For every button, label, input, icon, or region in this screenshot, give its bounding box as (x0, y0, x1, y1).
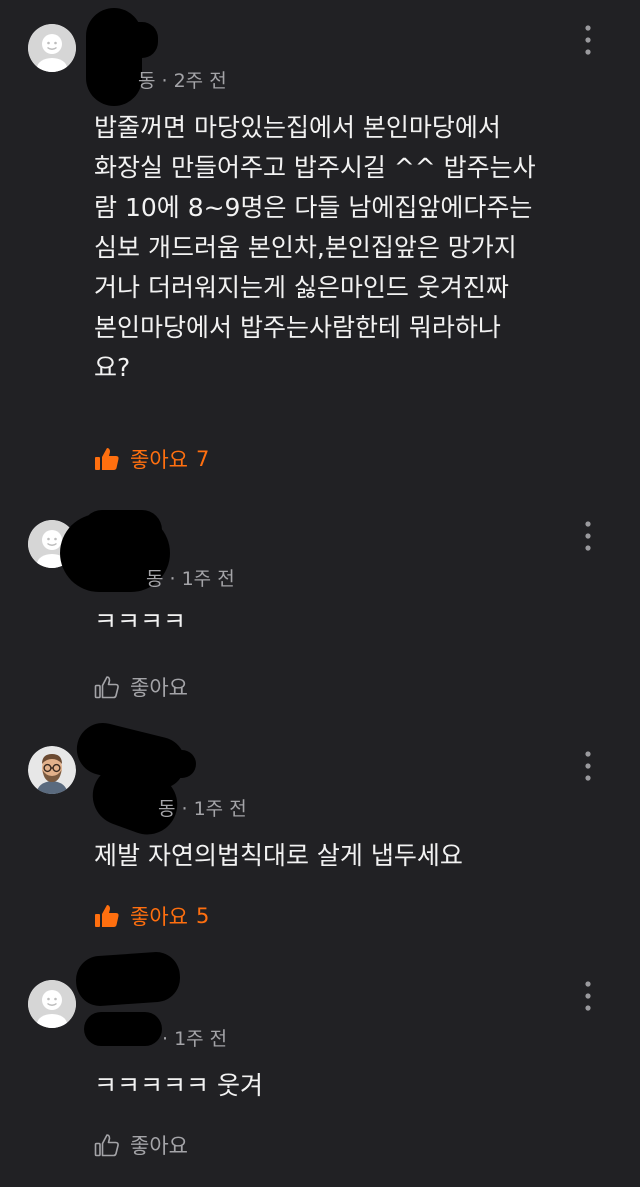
thumbs-up-icon (94, 676, 119, 699)
comment-text: 밥줄꺼면 마당있는집에서 본인마당에서 화장실 만들어주고 밥주시길 ^^ 밥주… (94, 113, 536, 382)
more-vertical-icon (585, 981, 591, 1011)
comment-meta: · 1주 전 (162, 1028, 228, 1050)
thumbs-up-icon (95, 905, 119, 927)
thumbs-up-icon (94, 1134, 119, 1157)
like-label: 좋아요 (130, 448, 188, 472)
avatar[interactable] (28, 24, 76, 72)
comment-meta: 동 · 2주 전 (138, 70, 227, 92)
comment-text: 제발 자연의법칙대로 살게 냅두세요 (94, 841, 463, 870)
like-count: 5 (195, 904, 210, 928)
like-label: 좋아요 (130, 1134, 188, 1158)
like-label: 좋아요 (130, 676, 188, 700)
more-button[interactable] (580, 746, 596, 786)
comment-text: ㅋㅋㅋㅋㅋ 웃겨 (94, 1071, 263, 1100)
redacted-username (84, 1012, 162, 1046)
person-placeholder-icon (28, 24, 76, 72)
like-button[interactable]: 좋아요 7 (94, 444, 209, 474)
person-placeholder-icon (28, 980, 76, 1028)
like-button[interactable]: 좋아요 (94, 1130, 196, 1160)
like-button[interactable]: 좋아요 5 (94, 901, 209, 931)
more-vertical-icon (585, 751, 591, 781)
comment-2: 동 · 1주 전 ㅋㅋㅋㅋ 좋아요 (0, 500, 640, 710)
avatar[interactable] (28, 746, 76, 794)
comment-text: ㅋㅋㅋㅋ (94, 607, 187, 636)
bearded-man-avatar-icon (28, 746, 76, 794)
like-label: 좋아요 (130, 905, 188, 929)
thumbs-up-icon (95, 448, 119, 470)
like-count: 7 (195, 447, 210, 471)
redacted-username (150, 750, 196, 778)
comment-4: · 1주 전 ㅋㅋㅋㅋㅋ 웃겨 좋아요 (0, 950, 640, 1187)
redacted-username (118, 22, 158, 58)
redacted-username (74, 950, 182, 1008)
comment-meta: 동 · 1주 전 (146, 568, 235, 590)
comment-meta: 동 · 1주 전 (158, 798, 247, 820)
more-vertical-icon (585, 25, 591, 55)
comment-1: 동 · 2주 전 밥줄꺼면 마당있는집에서 본인마당에서 화장실 만들어주고 밥… (0, 0, 640, 500)
comment-3: 동 · 1주 전 제발 자연의법칙대로 살게 냅두세요 좋아요 5 (0, 710, 640, 950)
redacted-username (82, 510, 162, 550)
more-vertical-icon (585, 521, 591, 551)
like-button[interactable]: 좋아요 (94, 672, 196, 702)
more-button[interactable] (580, 20, 596, 60)
more-button[interactable] (580, 516, 596, 556)
avatar[interactable] (28, 980, 76, 1028)
more-button[interactable] (580, 976, 596, 1016)
